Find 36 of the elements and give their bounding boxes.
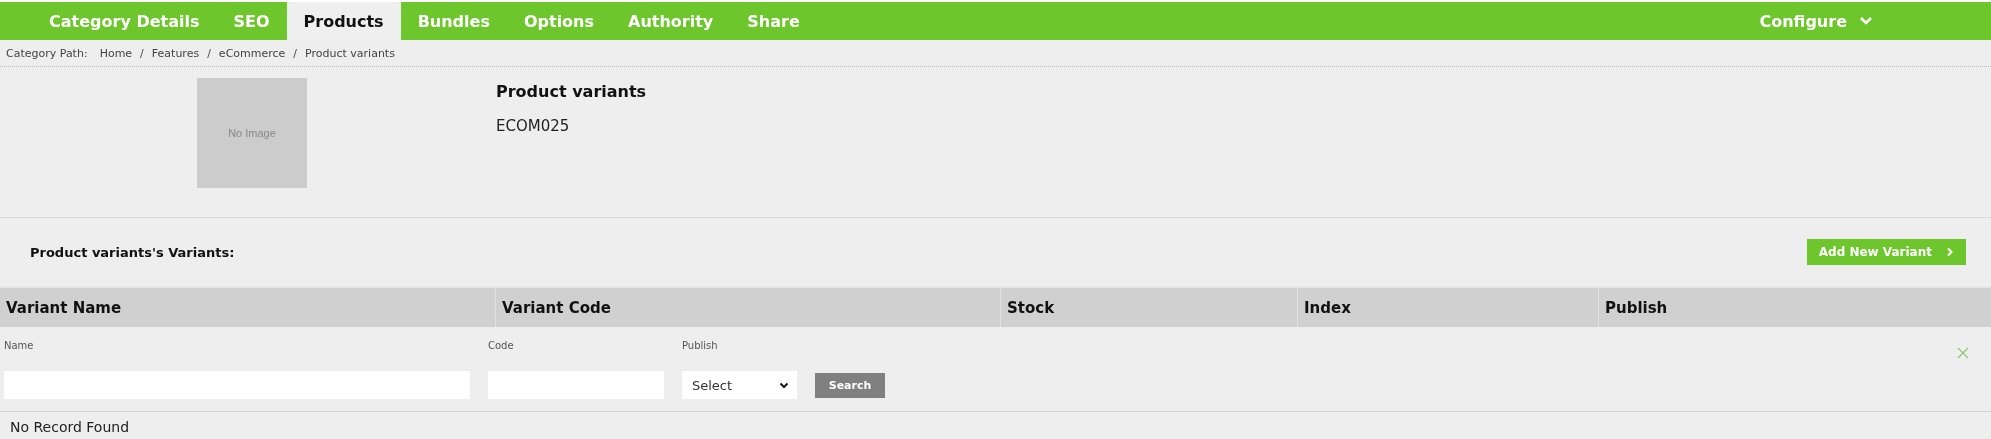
filter-label: Name [4,340,35,353]
no-image-text: No Image [228,127,276,139]
search-button[interactable]: Search [815,373,885,398]
column-header: Index [1297,288,1598,327]
add-variant-button[interactable]: Add New Variant [1806,239,1966,265]
nav-tab[interactable]: SEO [216,2,287,40]
section-title: Product variants's Variants: [30,244,235,260]
breadcrumb-separator: / [207,46,211,60]
nav-tab[interactable]: Category Details [32,2,217,40]
column-header: Variant Name [5,297,123,319]
product-code: ECOM025 [496,117,571,135]
column-header: Stock [1000,288,1297,327]
chevron-down-icon [1859,16,1873,26]
column-header: Publish [1598,288,1991,327]
breadcrumb-link[interactable]: eCommerce [218,46,286,60]
filter-label: Publish [682,340,719,353]
nav-tab[interactable]: Share [730,2,817,40]
column-header: Variant Code [495,288,1000,327]
breadcrumb-link[interactable]: Product variants [305,46,395,60]
product-name: Product variants [496,82,647,101]
breadcrumb-link[interactable]: Home [99,46,133,60]
select-dropdown[interactable]: Select [682,371,797,399]
empty-message: No Record Found [9,418,131,435]
caret-icon [779,381,789,389]
chevron-right-icon [1946,247,1954,257]
nav-tab[interactable]: Products [286,2,401,40]
breadcrumb-separator: / [293,46,298,60]
nav-tab[interactable]: Bundles [400,2,507,40]
configure-menu[interactable]: Configure [1753,2,1879,40]
close-icon[interactable] [1957,347,1969,359]
breadcrumb-separator: / [140,46,144,60]
breadcrumb-link[interactable]: Features [151,46,200,60]
nav-tab[interactable]: Options [506,2,611,40]
breadcrumb-label: Category Path: [6,46,88,60]
nav-tab[interactable]: Authority [611,2,731,40]
filter-label: Code [488,340,515,353]
